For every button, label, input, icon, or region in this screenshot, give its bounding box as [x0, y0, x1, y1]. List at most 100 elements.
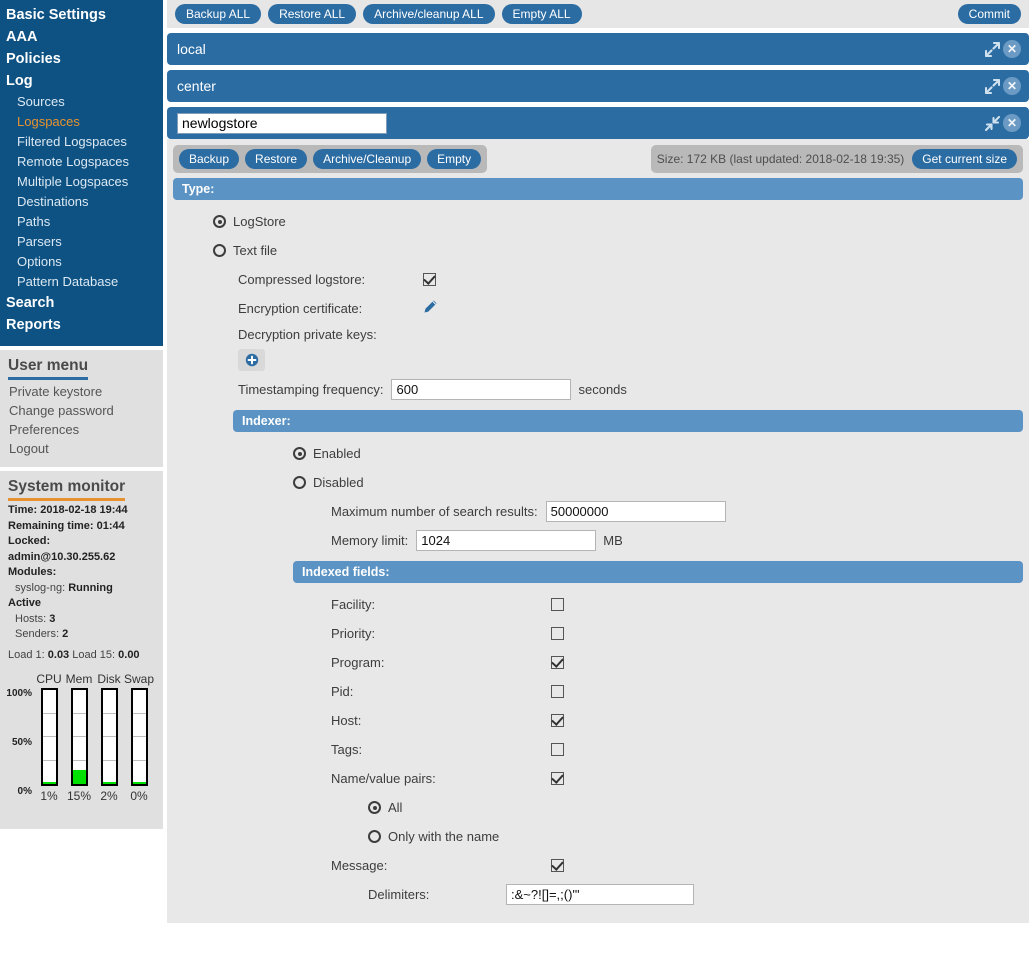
compressed-logstore-checkbox[interactable] [423, 273, 436, 286]
pencil-icon[interactable] [423, 299, 438, 319]
restore-all-button[interactable]: Restore ALL [268, 4, 357, 24]
accordion-center[interactable]: center ✕ [167, 70, 1029, 102]
commit-button[interactable]: Commit [957, 4, 1021, 24]
system-monitor-panel: System monitor Time: 2018-02-18 19:44 Re… [0, 471, 163, 829]
sidebar-item-parsers[interactable]: Parsers [0, 232, 163, 252]
indexed-field-label: Host: [331, 713, 362, 728]
indexed-field-checkbox[interactable] [551, 598, 564, 611]
monitor-time: Time: 2018-02-18 19:44 [8, 503, 155, 519]
logstore-name-input[interactable] [177, 112, 387, 134]
monitor-module-name: syslog-ng: [15, 581, 66, 594]
monitor-load: Load 1: 0.03 Load 15: 0.00 [8, 648, 155, 664]
gauge-disk [94, 688, 124, 786]
sidebar-item-options[interactable]: Options [0, 252, 163, 272]
radio-indexer-enabled-icon[interactable] [293, 447, 306, 460]
indexer-option-enabled[interactable]: Enabled [173, 439, 1023, 468]
radio-logstore-icon[interactable] [213, 215, 226, 228]
radio-nvp-only-name-icon[interactable] [368, 830, 381, 843]
add-decryption-key-button[interactable] [238, 349, 265, 371]
logstore-actions-bar: Backup Restore Archive/Cleanup Empty Siz… [173, 145, 1023, 173]
gauge-value-swap: 0% [130, 789, 148, 803]
name-value-pairs-checkbox[interactable] [551, 772, 564, 785]
sidebar-item-pattern-database[interactable]: Pattern Database [0, 272, 163, 292]
radio-textfile-icon[interactable] [213, 244, 226, 257]
max-search-results-input[interactable] [545, 501, 726, 522]
gauge-value-disk: 2% [100, 789, 118, 803]
sidebar-item-remote-logspaces[interactable]: Remote Logspaces [0, 152, 163, 172]
nvp-option-only-name[interactable]: Only with the name [173, 822, 1023, 851]
sidebar-item-sources[interactable]: Sources [0, 92, 163, 112]
type-option-textfile[interactable]: Text file [173, 236, 1023, 265]
sidebar-item-filtered-logspaces[interactable]: Filtered Logspaces [0, 132, 163, 152]
message-checkbox[interactable] [551, 859, 564, 872]
type-option-logstore[interactable]: LogStore [173, 207, 1023, 236]
indexed-field-row: Host: [173, 706, 1023, 735]
memory-limit-unit: MB [603, 533, 623, 548]
indexer-option-disabled[interactable]: Disabled [173, 468, 1023, 497]
message-label: Message: [331, 858, 388, 873]
restore-button[interactable]: Restore [245, 149, 308, 169]
user-menu-item-preferences[interactable]: Preferences [8, 420, 155, 439]
nvp-option-all[interactable]: All [173, 793, 1023, 822]
user-menu-item-logout[interactable]: Logout [8, 439, 155, 458]
user-menu-item-private-keystore[interactable]: Private keystore [8, 382, 155, 401]
sidebar-item-log[interactable]: Log [0, 70, 163, 92]
close-icon[interactable]: ✕ [1003, 77, 1021, 95]
sidebar-item-basic-settings[interactable]: Basic Settings [0, 4, 163, 26]
sidebar-item-logspaces[interactable]: Logspaces [0, 112, 163, 132]
close-icon[interactable]: ✕ [1003, 40, 1021, 58]
indexed-field-checkbox[interactable] [551, 685, 564, 698]
indexed-field-checkbox[interactable] [551, 627, 564, 640]
archive-cleanup-all-button[interactable]: Archive/cleanup ALL [363, 4, 495, 24]
indexer-option-disabled-label: Disabled [313, 475, 364, 490]
sidebar-item-multiple-logspaces[interactable]: Multiple Logspaces [0, 172, 163, 192]
timestamping-frequency-input[interactable] [391, 379, 572, 400]
nvp-option-only-name-label: Only with the name [388, 829, 500, 844]
indexed-fields-list: Facility: Priority: Program: Pid: Host: Tags: [173, 590, 1023, 764]
timestamping-frequency-unit: seconds [578, 382, 627, 397]
decryption-keys-row: Decryption private keys: [173, 323, 1023, 345]
memory-limit-input[interactable] [416, 530, 597, 551]
empty-button[interactable]: Empty [427, 149, 482, 169]
monitor-modules-label: Modules: [8, 566, 57, 578]
monitor-load1-value: 0.03 [47, 648, 70, 661]
backup-button[interactable]: Backup [179, 149, 240, 169]
indexed-field-checkbox[interactable] [551, 656, 564, 669]
monitor-time-label: Time: [8, 504, 38, 516]
monitor-load15-label: Load 15: [72, 648, 116, 661]
delimiters-row: Delimiters: [173, 880, 1023, 909]
delimiters-input[interactable] [506, 884, 694, 905]
memory-limit-label: Memory limit: [331, 533, 409, 548]
indexed-field-checkbox[interactable] [551, 743, 564, 756]
gauge-mem [64, 688, 94, 786]
radio-indexer-disabled-icon[interactable] [293, 476, 306, 489]
accordion-local[interactable]: local ✕ [167, 33, 1029, 65]
sidebar-item-search[interactable]: Search [0, 292, 163, 314]
empty-all-button[interactable]: Empty ALL [501, 4, 582, 24]
sidebar-item-destinations[interactable]: Destinations [0, 192, 163, 212]
sidebar-item-policies[interactable]: Policies [0, 48, 163, 70]
backup-all-button[interactable]: Backup ALL [175, 4, 262, 24]
gauge-label-mem: Mem [65, 672, 93, 686]
radio-nvp-all-icon[interactable] [368, 801, 381, 814]
sidebar-item-paths[interactable]: Paths [0, 212, 163, 232]
accordion-newlogstore[interactable]: ✕ [167, 107, 1029, 139]
close-icon[interactable]: ✕ [1003, 114, 1021, 132]
collapse-icon[interactable] [981, 112, 1003, 134]
archive-cleanup-button[interactable]: Archive/Cleanup [313, 149, 422, 169]
expand-icon[interactable] [981, 75, 1003, 97]
decryption-keys-label: Decryption private keys: [238, 326, 377, 342]
sidebar-item-reports[interactable]: Reports [0, 314, 163, 336]
max-search-results-label: Maximum number of search results: [331, 504, 538, 519]
monitor-module-status: Running [68, 581, 113, 594]
user-menu-item-change-password[interactable]: Change password [8, 401, 155, 420]
indexed-field-label: Priority: [331, 626, 376, 641]
gauge-label-disk: Disk [97, 672, 121, 686]
get-current-size-button[interactable]: Get current size [912, 149, 1017, 169]
sidebar-item-aaa[interactable]: AAA [0, 26, 163, 48]
monitor-remaining-label: Remaining time: [8, 519, 94, 532]
logstore-panel-body: Backup Restore Archive/Cleanup Empty Siz… [167, 139, 1029, 923]
expand-icon[interactable] [981, 38, 1003, 60]
indexed-field-checkbox[interactable] [551, 714, 564, 727]
monitor-hosts-value: 3 [49, 612, 56, 625]
